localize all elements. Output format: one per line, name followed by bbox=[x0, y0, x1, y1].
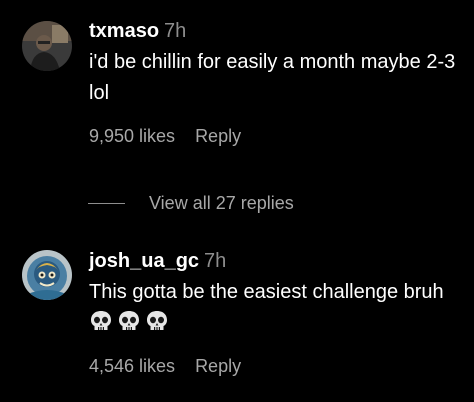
comment-content: josh_ua_gc 7h This gotta be the easiest c… bbox=[89, 248, 468, 377]
user-photo-avatar-icon bbox=[22, 21, 72, 71]
character-avatar-icon bbox=[22, 250, 72, 300]
timestamp: 7h bbox=[204, 250, 227, 272]
reply-button[interactable]: Reply bbox=[195, 356, 241, 376]
emoji-group bbox=[89, 311, 173, 334]
comment-text: i'd be chillin for easily a month maybe … bbox=[89, 51, 456, 104]
likes-count[interactable]: 4,546 likes bbox=[89, 356, 175, 376]
divider-line bbox=[88, 202, 125, 204]
view-replies-label: View all 27 replies bbox=[149, 192, 294, 213]
comment-actions: 9,950 likes Reply bbox=[89, 125, 468, 147]
skull-icon bbox=[91, 311, 111, 330]
comment-actions: 4,546 likes Reply bbox=[89, 355, 468, 377]
comment-text: This gotta be the easiest challenge bruh bbox=[89, 281, 444, 303]
username[interactable]: josh_ua_gc bbox=[89, 250, 199, 272]
comment-header: txmaso 7h bbox=[89, 18, 468, 44]
likes-count[interactable]: 9,950 likes bbox=[89, 126, 175, 146]
reply-button[interactable]: Reply bbox=[195, 126, 241, 146]
username[interactable]: txmaso bbox=[89, 20, 159, 42]
comment-content: txmaso 7h i'd be chillin for easily a mon… bbox=[89, 18, 468, 147]
comment-header: josh_ua_gc 7h bbox=[89, 248, 468, 274]
avatar[interactable] bbox=[22, 21, 72, 71]
avatar[interactable] bbox=[22, 250, 72, 300]
timestamp: 7h bbox=[164, 20, 187, 42]
comment-text-block: This gotta be the easiest challenge bruh bbox=[89, 277, 468, 339]
skull-icon bbox=[147, 311, 167, 330]
skull-icon bbox=[119, 311, 139, 330]
view-replies-button[interactable]: View all 27 replies bbox=[88, 190, 294, 216]
